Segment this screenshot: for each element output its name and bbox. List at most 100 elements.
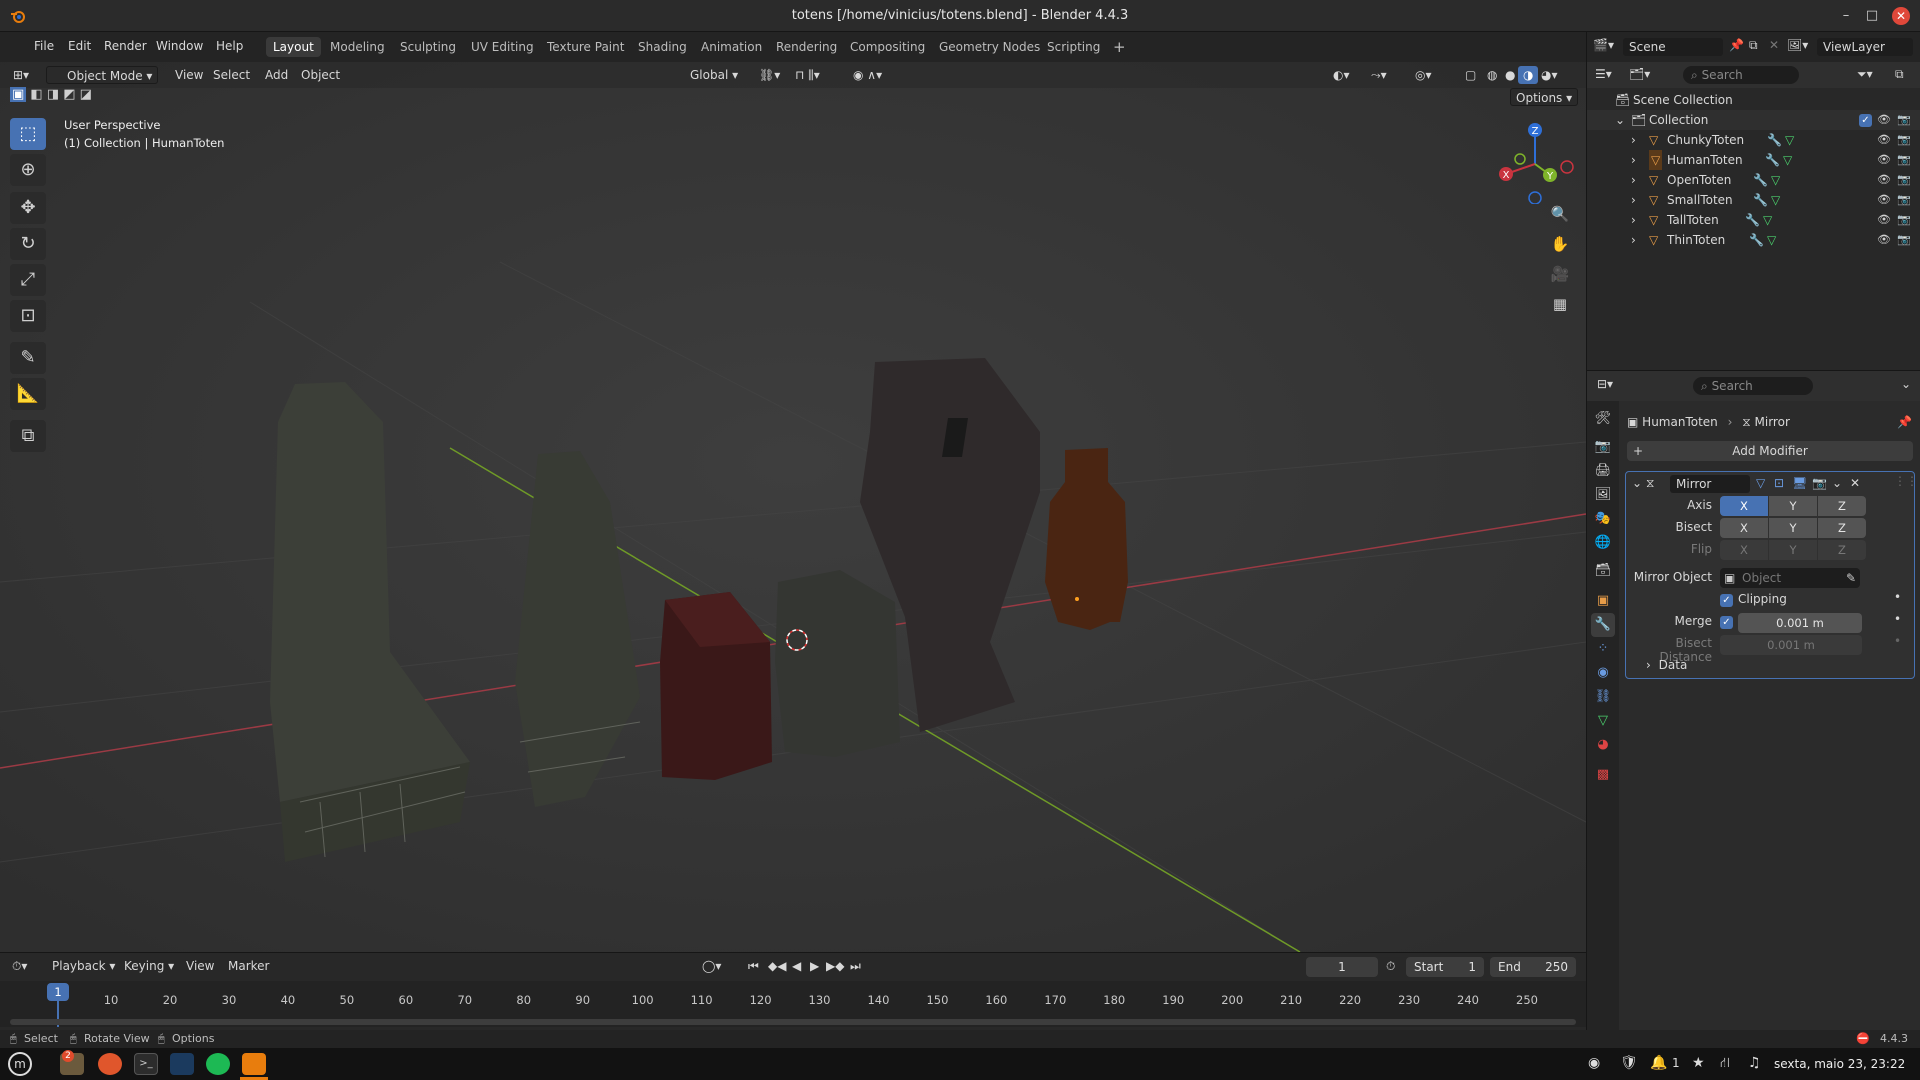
eye-icon[interactable]: 👁 [1877, 230, 1891, 250]
keyframe-dot-icon[interactable]: • [1894, 590, 1901, 604]
camera-icon[interactable]: 📷 [1897, 170, 1911, 190]
scale-tool-icon[interactable]: ⤢ [10, 264, 46, 296]
eye-icon[interactable]: 👁 [1877, 190, 1891, 210]
menu-object[interactable]: Object [296, 66, 345, 84]
bisect-x-toggle[interactable]: X [1720, 518, 1768, 538]
camera-icon[interactable]: 📷 [1897, 130, 1911, 150]
clipping-checkbox[interactable]: ✓ [1720, 594, 1733, 607]
bisect-y-toggle[interactable]: Y [1769, 518, 1817, 538]
timeline-editor-type-icon[interactable]: ⏱▾ [12, 959, 27, 974]
cursor-tool-icon[interactable]: ⊕ [10, 154, 46, 186]
music-icon[interactable]: ♫ [1748, 1055, 1761, 1071]
new-scene-icon[interactable]: ⧉ [1749, 38, 1758, 53]
outliner-object-row[interactable]: › ▽ HumanToten 🔧 ▽ 👁 📷 [1587, 150, 1920, 170]
merge-distance-field[interactable]: 0.001 m [1738, 613, 1862, 633]
keying-menu[interactable]: Keying ▾ [124, 959, 174, 973]
add-modifier-button[interactable]: + Add Modifier [1627, 441, 1913, 461]
axis-x-toggle[interactable]: X [1720, 496, 1768, 516]
scene-icon[interactable]: 🎬▾ [1593, 38, 1614, 52]
3d-viewport[interactable]: ⊞▾ Object Mode ▾ View Select Add Object … [0, 62, 1586, 952]
outliner-object-row[interactable]: › ▽ OpenToten 🔧 ▽ 👁 📷 [1587, 170, 1920, 190]
object-tab-icon[interactable]: ▣ [1591, 589, 1615, 613]
options-dropdown[interactable]: Options ▾ [1510, 88, 1579, 106]
modifier-tab-icon[interactable]: 🔧 [1591, 613, 1615, 637]
timeline-scrollbar[interactable] [10, 1019, 1576, 1025]
snap-icon[interactable]: ⊓ ⫼▾ [790, 66, 825, 84]
app-launcher-icon[interactable]: m [8, 1052, 32, 1076]
menu-edit[interactable]: Edit [68, 39, 91, 53]
camera-view-icon[interactable]: 🎥 [1548, 262, 1572, 286]
material-tab-icon[interactable]: ◕ [1591, 733, 1615, 757]
rotate-tool-icon[interactable]: ↻ [10, 228, 46, 260]
tab-compositing[interactable]: Compositing [843, 37, 932, 57]
menu-file[interactable]: File [34, 39, 54, 53]
viewport-toggle-icon[interactable]: 🖥 [1792, 476, 1807, 490]
bisect-distance-field[interactable]: 0.001 m [1720, 635, 1862, 655]
add-workspace-button[interactable]: + [1106, 37, 1133, 57]
end-frame-field[interactable]: End 250 [1490, 957, 1576, 977]
properties-editor-type-icon[interactable]: ⊟▾ [1597, 377, 1613, 391]
menu-render[interactable]: Render [104, 39, 147, 53]
playhead-marker[interactable]: 1 [47, 983, 69, 1001]
particles-tab-icon[interactable]: ⁘ [1591, 637, 1615, 661]
flip-x-toggle[interactable]: X [1720, 540, 1768, 560]
eye-icon[interactable]: 👁 [1877, 170, 1891, 190]
physics-tab-icon[interactable]: ◉ [1591, 661, 1615, 685]
next-keyframe-icon[interactable]: ▶◆ [826, 959, 844, 973]
close-icon[interactable]: ✕ [1850, 476, 1860, 490]
tab-modeling[interactable]: Modeling [323, 37, 392, 57]
chevron-right-icon[interactable]: › [1631, 170, 1636, 190]
outliner-collection[interactable]: ⌄ 🗂 Collection ✓ 👁 📷 [1587, 110, 1920, 130]
preview-range-icon[interactable]: ⏱ [1386, 959, 1395, 974]
viewlayer-name-field[interactable]: ViewLayer [1817, 38, 1913, 56]
prev-keyframe-icon[interactable]: ◆◀ [768, 959, 786, 973]
eye-icon[interactable]: 👁 [1877, 110, 1891, 130]
close-button[interactable]: ✕ [1892, 7, 1910, 25]
properties-search-input[interactable]: ⌕ Search [1693, 377, 1813, 395]
scene-name-field[interactable]: Scene [1623, 38, 1723, 56]
transform-orientation-dropdown[interactable]: Global ▾ [672, 66, 743, 84]
tab-texture-paint[interactable]: Texture Paint [540, 37, 631, 57]
mode-dropdown[interactable]: Object Mode ▾ [46, 66, 159, 84]
chevron-right-icon[interactable]: › [1631, 210, 1636, 230]
pivot-icon[interactable]: ⛓▾ [754, 66, 785, 84]
tab-scripting[interactable]: Scripting [1040, 37, 1107, 57]
move-tool-icon[interactable]: ✥ [10, 192, 46, 224]
steam-tray-icon[interactable]: ◉ [1588, 1055, 1600, 1071]
select-mode-buttons[interactable]: ▣ ◧ ◨ ◩ ◪ [10, 87, 92, 102]
collection-tab-icon[interactable]: 🗃 [1591, 559, 1615, 583]
visibility-icon[interactable]: ◐▾ [1328, 66, 1355, 84]
tab-sculpting[interactable]: Sculpting [393, 37, 463, 57]
camera-icon[interactable]: 📷 [1897, 110, 1911, 130]
data-tab-icon[interactable]: ▽ [1591, 709, 1615, 733]
navigation-gizmo[interactable]: Z X Y [1490, 114, 1580, 204]
spotify-icon[interactable] [206, 1053, 230, 1075]
chevron-right-icon[interactable]: › [1631, 190, 1636, 210]
chevron-down-icon[interactable]: ⌄ [1632, 476, 1642, 490]
playback-menu[interactable]: Playback ▾ [52, 959, 115, 973]
terminal-icon[interactable]: >_ [134, 1053, 158, 1075]
camera-icon[interactable]: 📷 [1897, 230, 1911, 250]
editor-type-icon[interactable]: ⊞▾ [8, 66, 34, 84]
shield-icon[interactable]: 🛡 [1620, 1055, 1638, 1071]
menu-add[interactable]: Add [260, 66, 293, 84]
perspective-grid-icon[interactable]: ▦ [1548, 292, 1572, 316]
pin-icon[interactable]: 📌 [1897, 415, 1912, 429]
mirror-object-field[interactable]: ▣ Object ✎ [1720, 568, 1860, 588]
flip-y-toggle[interactable]: Y [1769, 540, 1817, 560]
transform-tool-icon[interactable]: ⊡ [10, 300, 46, 332]
outliner-object-row[interactable]: › ▽ ThinToten 🔧 ▽ 👁 📷 [1587, 230, 1920, 250]
texture-tab-icon[interactable]: ▩ [1591, 763, 1615, 787]
current-frame-field[interactable]: 1 [1306, 957, 1378, 977]
marker-menu[interactable]: Marker [228, 959, 269, 973]
render-tab-icon[interactable]: 📷 [1591, 435, 1615, 459]
viewlayer-icon[interactable]: 🖼▾ [1787, 38, 1808, 52]
new-collection-icon[interactable]: ⧉ [1895, 67, 1904, 82]
menu-select[interactable]: Select [208, 66, 255, 84]
bell-icon[interactable]: 🔔 [1650, 1055, 1667, 1071]
modifier-name-field[interactable]: Mirror [1670, 475, 1750, 493]
chevron-down-icon[interactable]: ⌄ [1615, 110, 1625, 130]
tab-shading[interactable]: Shading [631, 37, 694, 57]
jump-start-icon[interactable]: ⏮ [748, 959, 759, 974]
filter-icon[interactable]: ⏷▾ [1857, 67, 1873, 82]
